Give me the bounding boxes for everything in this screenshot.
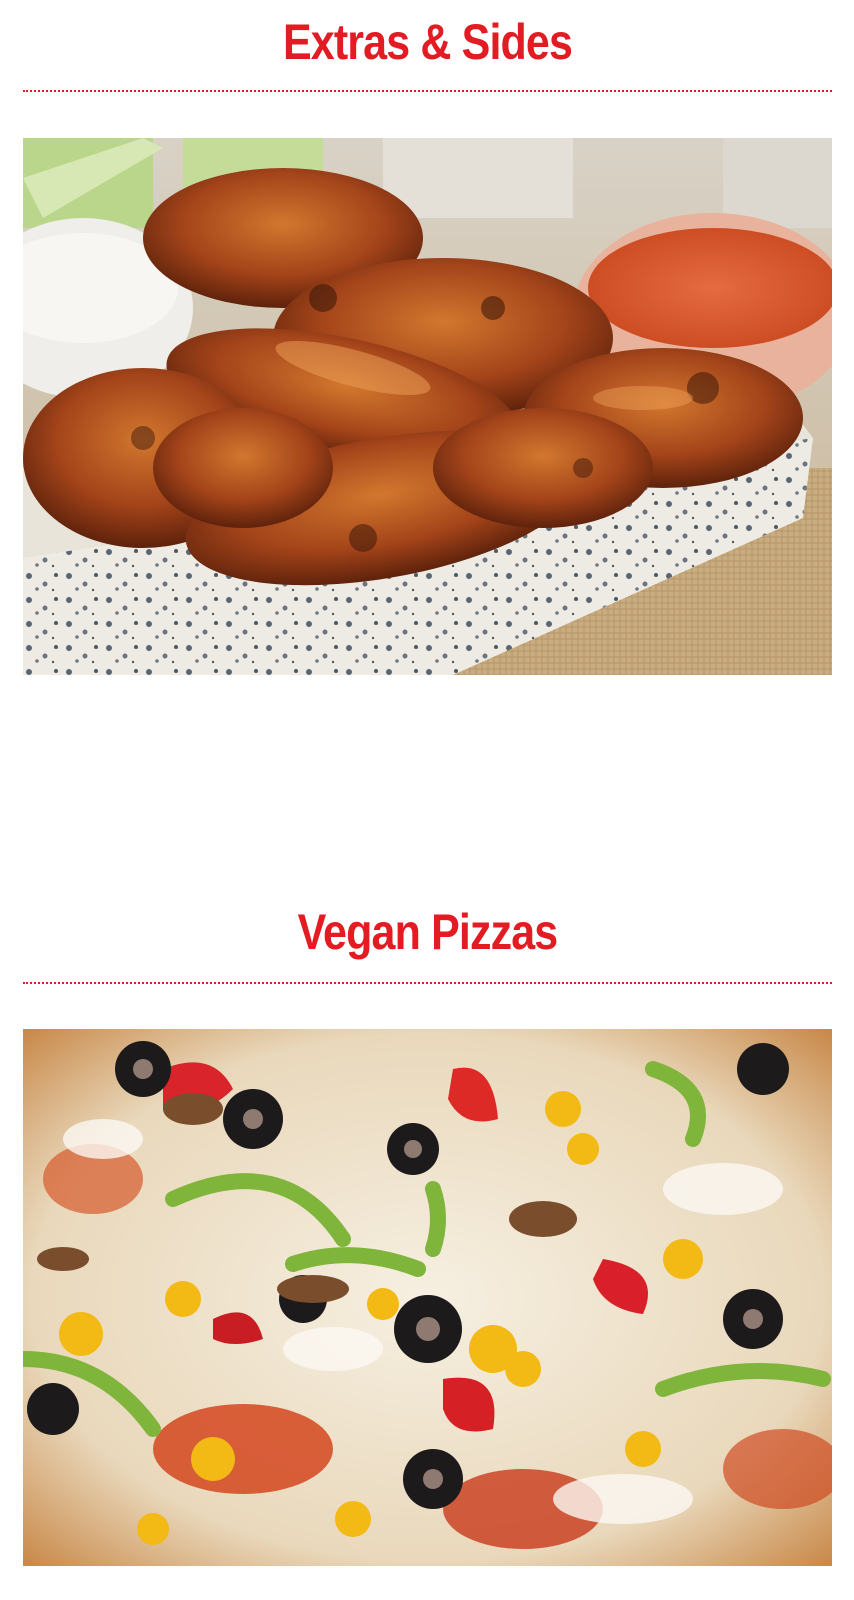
section-title: Extras & Sides [282,14,573,70]
section-title: Vegan Pizzas [297,904,559,960]
chicken-wings-photo[interactable] [23,138,832,675]
vegan-pizza-photo[interactable] [23,1029,832,1566]
dotted-divider [23,90,832,92]
vegan-pizza-illustration [23,1029,832,1566]
section-vegan-pizzas: Vegan Pizzas [23,902,832,962]
section-extras-sides: Extras & Sides [23,12,832,72]
chicken-wings-illustration [23,138,832,675]
dotted-divider [23,982,832,984]
